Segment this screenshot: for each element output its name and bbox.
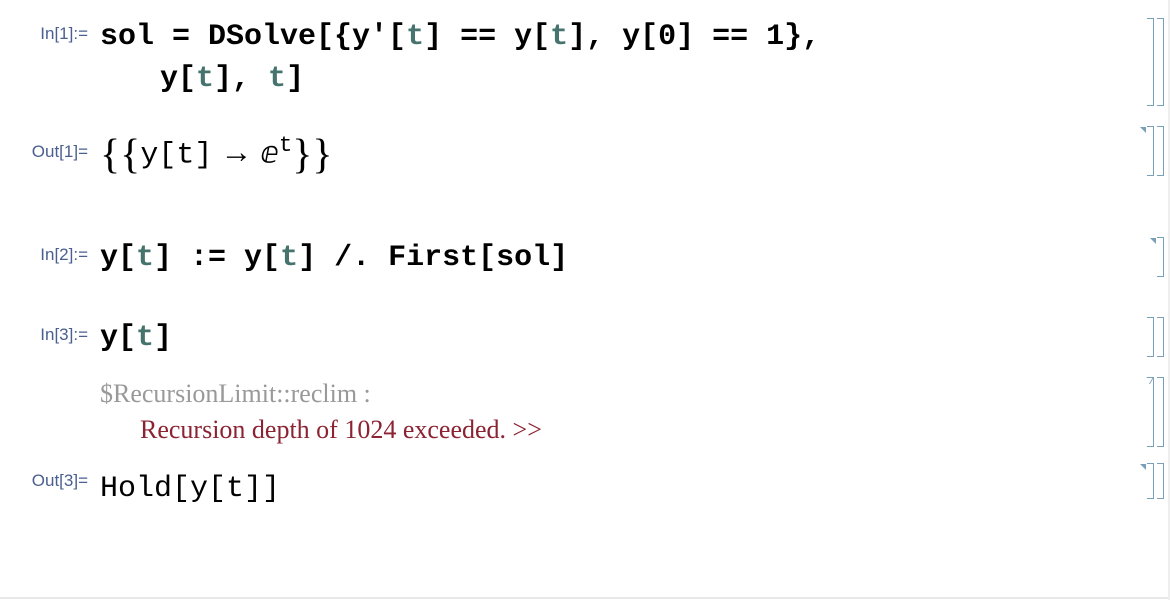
- output-cell-1[interactable]: Out[1]= {{y[t] → ⅇt}}: [0, 124, 1170, 193]
- cell-bracket-icon[interactable]: [1147, 377, 1164, 447]
- cell-label-in3: In[3]:=: [0, 317, 100, 345]
- cell-bracket-icon[interactable]: [1147, 317, 1164, 357]
- var-t: t: [406, 20, 424, 54]
- cell-label-in1: In[1]:=: [0, 16, 100, 44]
- input-cell-3[interactable]: In[3]:= y[t]: [0, 313, 1170, 363]
- code-text: ]: [286, 62, 304, 96]
- var-t: t: [196, 62, 214, 96]
- message-help-link[interactable]: >>: [513, 415, 542, 444]
- message-name: $RecursionLimit::reclim :: [100, 379, 1170, 409]
- code-text: ] := y[: [154, 241, 280, 275]
- code-text: ]: [154, 321, 172, 355]
- code-text: ] /. First[sol]: [298, 241, 568, 275]
- cell-label-out3: Out[3]=: [0, 465, 100, 491]
- superscript-t: t: [279, 132, 292, 158]
- brace-open: {{: [100, 132, 140, 178]
- arrow-icon: →: [212, 134, 260, 170]
- code-text: sol = DSolve[{y'[: [100, 20, 406, 54]
- message-text: Recursion depth of 1024 exceeded.: [140, 415, 513, 444]
- output-text: Hold[y[t]]: [100, 472, 280, 506]
- code-text: y[: [100, 321, 136, 355]
- code-text: y[: [160, 62, 196, 96]
- brace-close: }}: [292, 132, 332, 178]
- var-t: t: [550, 20, 568, 54]
- var-t: t: [136, 241, 154, 275]
- var-t: t: [280, 241, 298, 275]
- message-cell: $RecursionLimit::reclim : Recursion dept…: [0, 375, 1170, 449]
- input-cell-1[interactable]: In[1]:= sol = DSolve[{y'[t] == y[t], y[0…: [0, 10, 1170, 104]
- var-t: t: [268, 62, 286, 96]
- code-text: y[: [100, 241, 136, 275]
- code-text: ], y[0] == 1},: [568, 20, 820, 54]
- cell-label-out1: Out[1]=: [0, 128, 100, 162]
- code-text: ] == y[: [424, 20, 550, 54]
- input-cell-2[interactable]: In[2]:= y[t] := y[t] /. First[sol]: [0, 233, 1170, 283]
- cell-bracket-icon[interactable]: [1147, 18, 1164, 106]
- output-cell-3[interactable]: Out[3]= Hold[y[t]]: [0, 461, 1170, 513]
- var-t: t: [136, 321, 154, 355]
- cell-bracket-icon[interactable]: [1147, 463, 1164, 499]
- notebook: In[1]:= sol = DSolve[{y'[t] == y[t], y[0…: [0, 0, 1170, 523]
- cell-bracket-icon[interactable]: [1157, 237, 1164, 277]
- cell-label-in2: In[2]:=: [0, 237, 100, 265]
- bottom-divider: [0, 597, 1170, 599]
- cell-bracket-icon[interactable]: [1147, 126, 1164, 176]
- code-text: ],: [214, 62, 268, 96]
- output-text: y[t]: [140, 139, 212, 173]
- exponential-e: ⅇ: [260, 137, 278, 170]
